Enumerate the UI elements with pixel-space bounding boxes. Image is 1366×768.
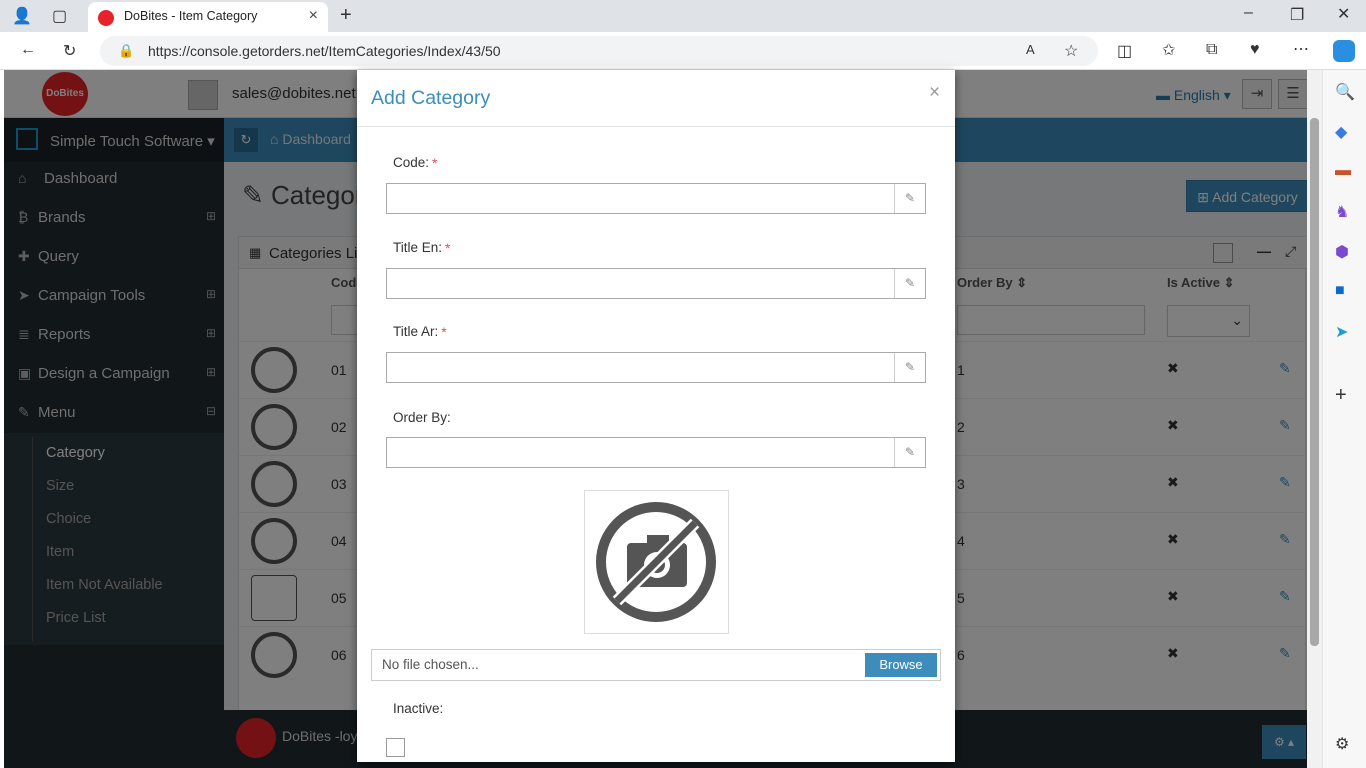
- file-chooser[interactable]: No file chosen... Browse: [371, 649, 941, 681]
- file-placeholder: No file chosen...: [382, 657, 479, 672]
- favorite-star-icon[interactable]: ☆: [1064, 41, 1078, 61]
- modal-header: Add Category ×: [357, 70, 955, 127]
- add-category-modal: Add Category × Code: * ✎ Title En: * ✎ Tit…: [357, 70, 955, 762]
- pencil-icon: ✎: [894, 438, 925, 467]
- title-en-label-text: Title En:: [393, 240, 443, 255]
- edge-sidebar: 🔍 ◆ ▬ ♞ ⬢ ■ ➤ + ⚙: [1322, 70, 1366, 768]
- copilot-icon[interactable]: [1333, 40, 1355, 62]
- toolbox-icon[interactable]: ▬: [1335, 162, 1351, 180]
- code-label: Code: *: [393, 155, 437, 171]
- image-preview[interactable]: [584, 490, 729, 634]
- browse-button[interactable]: Browse: [865, 653, 937, 677]
- refresh-icon[interactable]: ↻: [63, 41, 76, 61]
- pencil-icon: ✎: [894, 269, 925, 298]
- window-close-icon[interactable]: ✕: [1337, 4, 1350, 24]
- browser-toolbar: ← ↻ 🔒 https://console.getorders.net/Item…: [0, 32, 1366, 70]
- page-scrollbar[interactable]: [1307, 70, 1322, 768]
- title-en-label: Title En: *: [393, 240, 450, 256]
- code-input[interactable]: ✎: [386, 183, 926, 214]
- tab-title: DoBites - Item Category: [124, 9, 258, 23]
- restore-icon[interactable]: ❐: [1290, 5, 1304, 25]
- profile-icon[interactable]: 👤: [12, 6, 32, 26]
- outlook-icon[interactable]: ■: [1335, 282, 1345, 300]
- add-app-icon[interactable]: +: [1335, 384, 1347, 407]
- required-mark: *: [432, 155, 438, 171]
- scrollbar-thumb[interactable]: [1310, 118, 1319, 646]
- title-ar-label-text: Title Ar:: [393, 324, 439, 339]
- order-by-input[interactable]: ✎: [386, 437, 926, 468]
- no-camera-icon: [596, 502, 716, 622]
- address-bar[interactable]: 🔒 https://console.getorders.net/ItemCate…: [100, 36, 1098, 66]
- title-ar-label: Title Ar: *: [393, 324, 447, 340]
- inactive-checkbox[interactable]: [386, 738, 405, 757]
- minimize-icon[interactable]: –: [1244, 4, 1253, 22]
- search-icon[interactable]: 🔍: [1335, 82, 1355, 102]
- browser-essentials-icon[interactable]: ♥: [1250, 41, 1260, 59]
- title-en-input[interactable]: ✎: [386, 268, 926, 299]
- copilot-app-icon[interactable]: ⬢: [1335, 242, 1349, 262]
- back-icon[interactable]: ←: [20, 41, 36, 59]
- lock-icon[interactable]: 🔒: [118, 43, 134, 59]
- tab-actions-icon[interactable]: ▢: [52, 6, 67, 26]
- tab-close-icon[interactable]: ×: [309, 7, 318, 25]
- more-menu-icon[interactable]: ⋯: [1293, 39, 1309, 59]
- collections-icon[interactable]: ⧉: [1206, 41, 1217, 59]
- pencil-icon: ✎: [894, 184, 925, 213]
- url-text: https://console.getorders.net/ItemCatego…: [148, 43, 501, 59]
- modal-close-icon[interactable]: ×: [929, 82, 940, 104]
- required-mark: *: [445, 240, 451, 256]
- order-by-label: Order By:: [393, 410, 451, 425]
- inactive-label: Inactive:: [393, 701, 444, 716]
- favorites-icon[interactable]: ✩: [1162, 40, 1175, 60]
- new-tab-icon[interactable]: +: [340, 4, 352, 27]
- browser-tabbar: 👤 ▢ DoBites - Item Category × + – ❐ ✕: [0, 0, 1366, 32]
- pencil-icon: ✎: [894, 353, 925, 382]
- required-mark: *: [441, 324, 447, 340]
- read-aloud-icon[interactable]: A: [1026, 42, 1035, 57]
- settings-icon[interactable]: ⚙: [1335, 734, 1349, 754]
- modal-title: Add Category: [371, 87, 491, 109]
- tag-icon[interactable]: ◆: [1335, 122, 1347, 142]
- split-screen-icon[interactable]: ◫: [1117, 41, 1132, 61]
- browser-tab[interactable]: DoBites - Item Category ×: [88, 2, 328, 32]
- chess-icon[interactable]: ♞: [1335, 202, 1349, 222]
- code-label-text: Code:: [393, 155, 430, 170]
- title-ar-input[interactable]: ✎: [386, 352, 926, 383]
- dobites-favicon-icon: [98, 10, 114, 26]
- send-app-icon[interactable]: ➤: [1335, 322, 1348, 342]
